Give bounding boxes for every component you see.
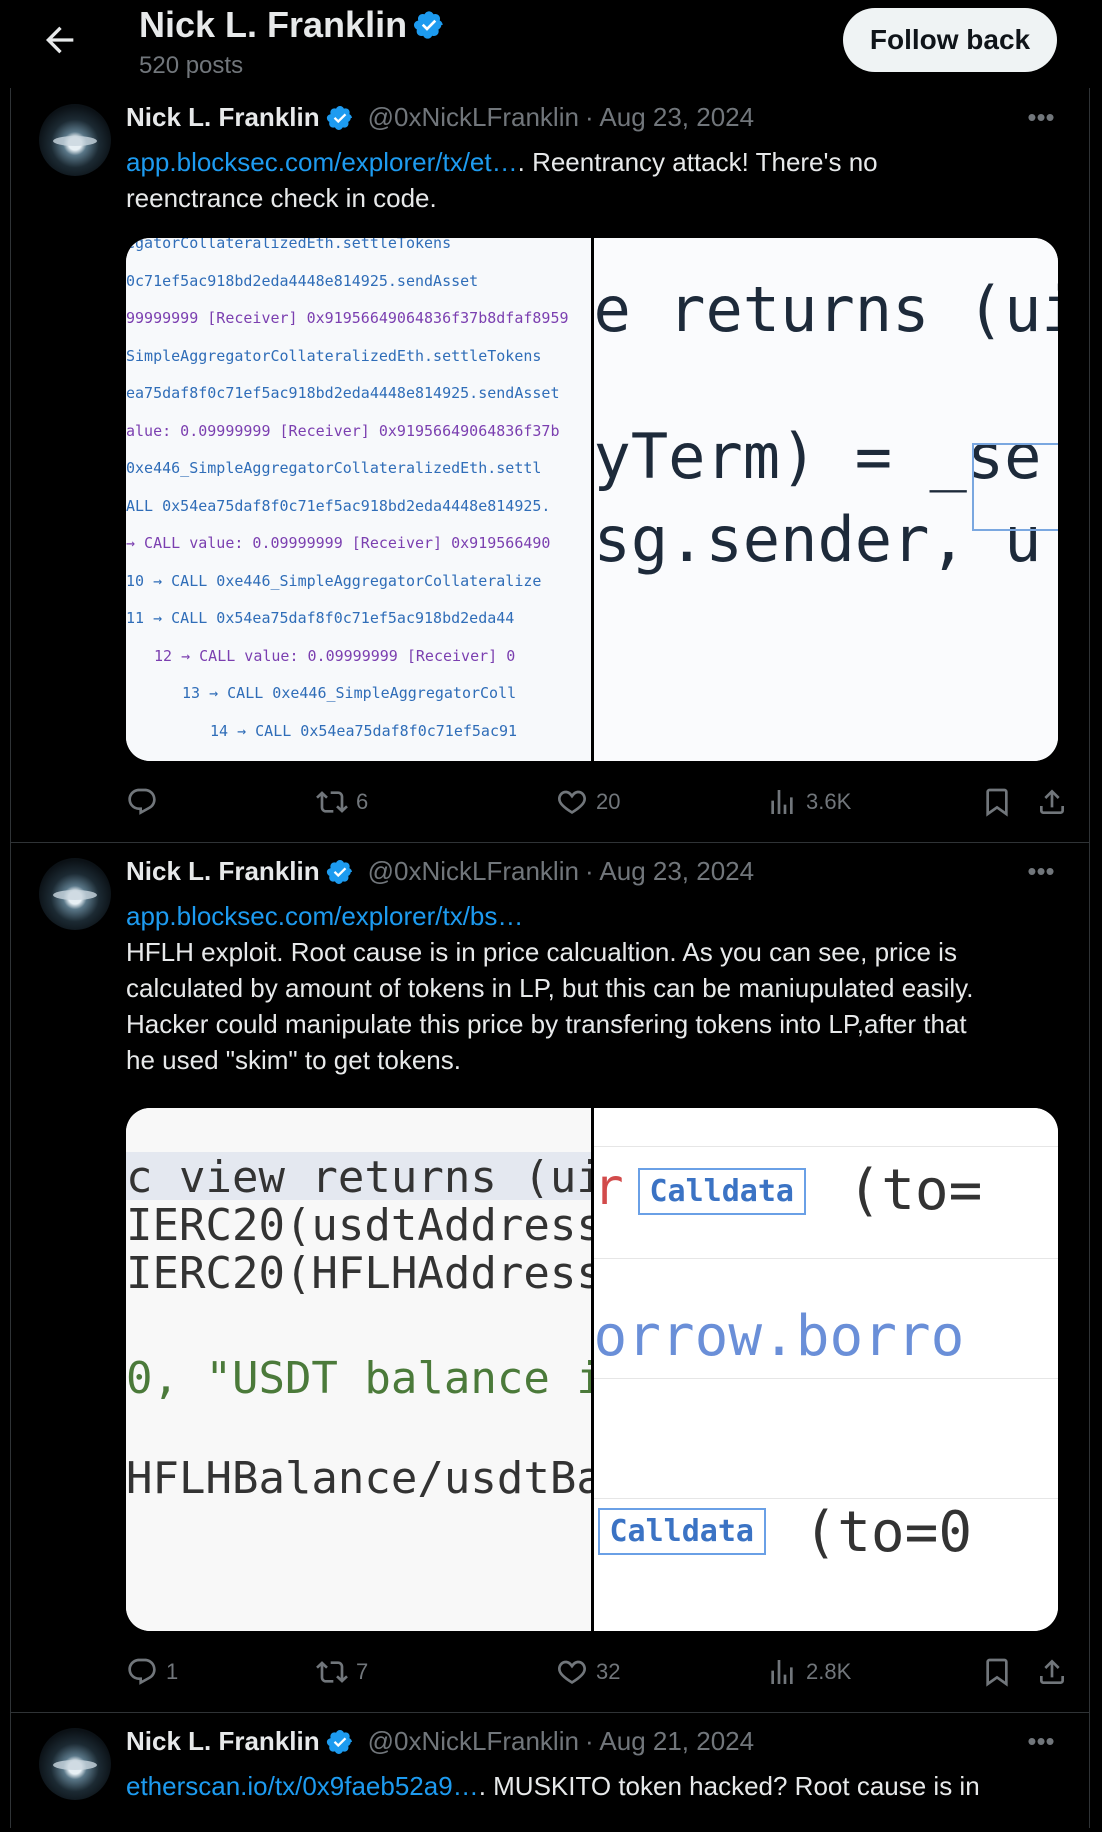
more-options-icon[interactable]: ••• bbox=[1021, 102, 1061, 134]
author-handle[interactable]: @0xNickLFranklin bbox=[368, 1726, 579, 1757]
reply-button[interactable]: 1 bbox=[126, 1652, 178, 1692]
trace-line: 0xe446_SimpleAggregatorCollateralizedEth… bbox=[126, 459, 542, 477]
media-image-left[interactable]: egatorCollateralizedEth.settleTokens 0c71… bbox=[126, 238, 591, 761]
share-button[interactable] bbox=[1036, 782, 1068, 822]
views-icon bbox=[771, 1660, 793, 1684]
verified-badge-icon bbox=[326, 105, 352, 130]
retweet-button[interactable]: 7 bbox=[316, 1652, 368, 1692]
tweet-feed: Nick L. Franklin @0xNickLFranklin · Aug … bbox=[10, 88, 1090, 1828]
code-line: IERC20(HFLHAddress bbox=[126, 1248, 591, 1299]
code-line: IERC20(usdtAddress bbox=[126, 1200, 591, 1251]
tweet-meta: Nick L. Franklin @0xNickLFranklin · Aug … bbox=[126, 102, 754, 133]
author-name[interactable]: Nick L. Franklin bbox=[126, 856, 320, 887]
avatar[interactable] bbox=[39, 858, 111, 930]
code-line: 0, "USDT balance i bbox=[126, 1353, 591, 1404]
media-image-right[interactable]: e returns (ui yTerm) = _se sg.sender, u bbox=[593, 238, 1059, 761]
author-handle[interactable]: @0xNickLFranklin bbox=[368, 102, 579, 133]
retweet-button[interactable]: 6 bbox=[316, 782, 368, 822]
share-icon bbox=[1040, 789, 1064, 814]
tweet[interactable]: Nick L. Franklin @0xNickLFranklin · Aug … bbox=[11, 88, 1089, 843]
tweet-link[interactable]: app.blocksec.com/explorer/tx/et… bbox=[126, 147, 518, 177]
tweet-actions: 6 20 3.6K bbox=[126, 782, 1066, 822]
tweet[interactable]: Nick L. Franklin @0xNickLFranklin · Aug … bbox=[11, 1712, 1089, 1832]
heart-icon bbox=[558, 790, 586, 814]
more-options-icon[interactable]: ••• bbox=[1021, 1726, 1061, 1758]
like-button[interactable]: 32 bbox=[556, 1652, 620, 1692]
tweet-date[interactable]: · Aug 23, 2024 bbox=[585, 856, 754, 887]
media-image-left[interactable]: c view returns (uir IERC20(usdtAddress I… bbox=[126, 1108, 591, 1631]
tweet-text: app.blocksec.com/explorer/tx/bs… HFLH ex… bbox=[126, 901, 974, 1075]
trace-line: 12 → CALL value: 0.09999999 [Receiver] 0 bbox=[154, 646, 516, 665]
heart-icon bbox=[558, 1660, 586, 1684]
tweet-actions: 1 7 32 2.8K bbox=[126, 1652, 1066, 1692]
more-options-icon[interactable]: ••• bbox=[1021, 856, 1061, 888]
follow-back-button[interactable]: Follow back bbox=[843, 8, 1057, 72]
bookmark-icon bbox=[986, 1658, 1008, 1687]
tweet-media[interactable]: egatorCollateralizedEth.settleTokens 0c71… bbox=[126, 238, 1058, 761]
bookmark-icon bbox=[986, 788, 1008, 817]
tweet-date[interactable]: · Aug 21, 2024 bbox=[585, 1726, 754, 1757]
profile-name: Nick L. Franklin bbox=[139, 4, 445, 46]
views-icon bbox=[771, 790, 793, 814]
share-button[interactable] bbox=[1036, 1652, 1068, 1692]
trace-line: SimpleAggregatorCollateralizedEth.settle… bbox=[126, 346, 542, 365]
author-name[interactable]: Nick L. Franklin bbox=[126, 1726, 320, 1757]
tweet-text: app.blocksec.com/explorer/tx/et…. Reentr… bbox=[126, 147, 878, 213]
trace-line: 10 → CALL 0xe446_SimpleAggregatorCollate… bbox=[126, 571, 542, 590]
reply-button[interactable] bbox=[126, 782, 166, 822]
retweet-icon bbox=[316, 1661, 348, 1683]
media-image-right[interactable]: r Calldata (to= orrow.borro Calldata (to… bbox=[593, 1108, 1058, 1631]
tweet-date[interactable]: · Aug 23, 2024 bbox=[585, 102, 754, 133]
tweet-meta: Nick L. Franklin @0xNickLFranklin · Aug … bbox=[126, 856, 754, 887]
trace-line: egatorCollateralizedEth.settleTokens bbox=[126, 238, 452, 252]
like-button[interactable]: 20 bbox=[556, 782, 620, 822]
tweet-meta: Nick L. Franklin @0xNickLFranklin · Aug … bbox=[126, 1726, 754, 1757]
calldata-badge: Calldata bbox=[637, 1168, 806, 1215]
post-count: 520 posts bbox=[139, 52, 244, 79]
trace-line: 14 → CALL 0x54ea75daf8f0c71ef5ac91 bbox=[210, 721, 518, 740]
code-line: c view returns (uir bbox=[126, 1152, 591, 1203]
code-line: e returns (ui bbox=[593, 273, 1059, 346]
views-button[interactable]: 3.6K bbox=[766, 782, 851, 822]
tweet-text: etherscan.io/tx/0x9faeb52a9…. MUSKITO to… bbox=[126, 1771, 980, 1801]
trace-line: ALL 0x54ea75daf8f0c71ef5ac918bd2eda4448e… bbox=[126, 496, 551, 515]
trace-line: 13 → CALL 0xe446_SimpleAggregatorColl bbox=[182, 684, 517, 702]
trace-line: 0c71ef5ac918bd2eda4448e814925.sendAsset bbox=[126, 271, 479, 290]
share-icon bbox=[1040, 1659, 1064, 1684]
tweet-link[interactable]: app.blocksec.com/explorer/tx/bs… bbox=[126, 901, 523, 931]
views-button[interactable]: 2.8K bbox=[766, 1652, 851, 1692]
trace-line: 11 → CALL 0x54ea75daf8f0c71ef5ac918bd2ed… bbox=[126, 609, 515, 627]
author-name[interactable]: Nick L. Franklin bbox=[126, 102, 320, 133]
retweet-icon bbox=[316, 791, 348, 813]
reply-icon bbox=[128, 1658, 156, 1685]
trace-line: → CALL value: 0.09999999 [Receiver] 0x91… bbox=[126, 534, 551, 552]
avatar[interactable] bbox=[39, 1728, 111, 1800]
bookmark-button[interactable] bbox=[981, 782, 1013, 822]
tweet-link[interactable]: etherscan.io/tx/0x9faeb52a9… bbox=[126, 1771, 479, 1801]
tweet[interactable]: Nick L. Franklin @0xNickLFranklin · Aug … bbox=[11, 842, 1089, 1713]
trace-line: alue: 0.09999999 [Receiver] 0x9195664906… bbox=[126, 421, 560, 440]
author-handle[interactable]: @0xNickLFranklin bbox=[368, 856, 579, 887]
trace-line: 99999999 [Receiver] 0x91956649064836f37b… bbox=[126, 309, 569, 327]
calldata-badge: Calldata bbox=[597, 1508, 766, 1555]
back-arrow-icon[interactable] bbox=[40, 20, 80, 60]
code-line: HFLHBalance/usdtBal bbox=[126, 1453, 591, 1504]
verified-badge-icon bbox=[326, 1729, 352, 1754]
reply-icon bbox=[128, 788, 156, 815]
verified-badge-icon bbox=[414, 11, 443, 39]
trace-line: ea75daf8f0c71ef5ac918bd2eda4448e814925.s… bbox=[126, 384, 560, 402]
verified-badge-icon bbox=[326, 859, 352, 884]
profile-header: Nick L. Franklin 520 posts Follow back bbox=[0, 0, 1102, 88]
tweet-media[interactable]: c view returns (uir IERC20(usdtAddress I… bbox=[126, 1108, 1058, 1631]
avatar[interactable] bbox=[39, 104, 111, 176]
bookmark-button[interactable] bbox=[981, 1652, 1013, 1692]
